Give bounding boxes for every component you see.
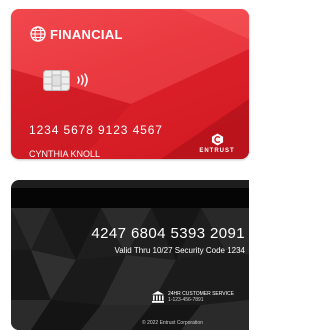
- bank-icon: [152, 291, 164, 303]
- card-back: 4247 6804 5393 2091 Valid Thru 10/27 Sec…: [11, 180, 249, 330]
- card-number: 1234 5678 9123 4567: [29, 123, 163, 137]
- cardholder-name: CYNTHIA KNOLL: [29, 149, 101, 159]
- contactless-icon: [77, 73, 88, 87]
- globe-icon: [30, 26, 46, 42]
- copyright-text: © 2022 Entrust Corporation: [142, 320, 203, 326]
- brand-logo: FINANCIAL: [30, 26, 123, 42]
- magnetic-stripe: [11, 188, 249, 208]
- card-number-back: 4247 6804 5393 2091: [91, 225, 245, 242]
- issuer-name: ENTRUST: [199, 148, 235, 154]
- card-front: FINANCIAL 1234 5678 9123 4567 CYNTHIA KN…: [11, 9, 249, 159]
- validity-security-line: Valid Thru 10/27 Security Code 1234: [114, 246, 245, 255]
- brand-name: FINANCIAL: [50, 26, 123, 42]
- chip-icon: [43, 70, 70, 91]
- entrust-logo-icon: [211, 133, 223, 146]
- service-phone: 1-123-456-7891: [168, 297, 204, 303]
- issuer-logo: ENTRUST: [197, 133, 237, 154]
- customer-service: 24HR CUSTOMER SERVICE 1-123-456-7891: [151, 290, 234, 304]
